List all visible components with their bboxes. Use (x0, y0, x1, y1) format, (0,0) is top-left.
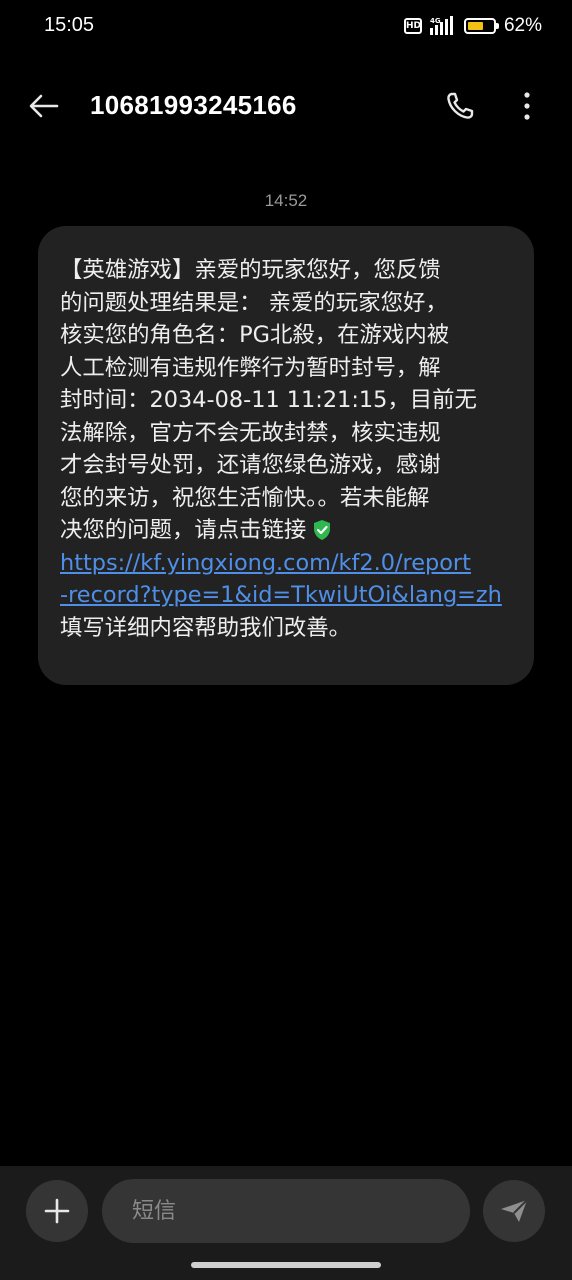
contact-number-title: 10681993245166 (90, 90, 297, 120)
back-button[interactable] (24, 86, 64, 126)
message-link[interactable]: https://kf.yingxiong.com/kf2.0/report (60, 547, 510, 580)
message-line: 才会封号处罚，还请您绿色游戏，感谢 (60, 452, 441, 478)
message-line: 的问题处理结果是： 亲爱的玩家您好， (60, 289, 448, 316)
message-link[interactable]: -record?type=1&id=TkwiUtOi&lang=zh (60, 579, 510, 612)
message-line-with-shield: 决您的问题，请点击链接 (60, 514, 510, 547)
hd-icon: HD (403, 18, 422, 34)
battery-icon (463, 18, 499, 34)
status-time: 15:05 (44, 14, 95, 36)
message-line: 填写详细内容帮助我们改善。 (60, 614, 352, 641)
received-message-bubble[interactable]: 【英雄游戏】亲爱的玩家您好，您反馈 的问题处理结果是： 亲爱的玩家您好， 核实您… (38, 226, 534, 685)
message-line: 封时间：2034-08-11 11:21:15，目前无 (60, 387, 477, 413)
conversation-header: 10681993245166 (0, 76, 572, 136)
sms-conversation-screen: 15:05 HD 4G 62% 10681993245166 14:52 【英雄… (0, 0, 572, 1280)
message-line: 核实您的角色名：PG北殺，在游戏内被 (60, 322, 450, 348)
sms-input[interactable] (130, 1197, 454, 1225)
home-indicator[interactable] (191, 1262, 381, 1268)
message-link-prefix: 决您的问题，请点击链接 (60, 517, 307, 543)
more-vertical-icon (524, 92, 530, 120)
signal-icon: 4G (429, 16, 453, 35)
message-timestamp: 14:52 (264, 191, 308, 210)
message-line: 【英雄游戏】亲爱的玩家您好，您反馈 (60, 257, 441, 283)
add-attachment-button[interactable] (26, 1180, 88, 1242)
message-line: 法解除，官方不会无故封禁，核实违规 (60, 419, 441, 446)
message-line: 您的来访，祝您生活愉快。。若未能解 (60, 484, 430, 511)
battery-percent: 62% (503, 15, 542, 36)
more-options-button[interactable] (507, 86, 547, 126)
plus-icon (44, 1198, 70, 1224)
message-composer-bar (0, 1166, 572, 1280)
phone-icon (447, 92, 474, 119)
message-body: 【英雄游戏】亲爱的玩家您好，您反馈 的问题处理结果是： 亲爱的玩家您好， 核实您… (60, 254, 510, 644)
send-icon (501, 1199, 528, 1222)
status-bar: 15:05 HD 4G 62% (0, 0, 572, 52)
back-arrow-icon (29, 94, 59, 118)
message-line: 人工检测有违规作弊行为暂时封号，解 (60, 354, 441, 381)
status-icons: HD 4G 62% (403, 14, 542, 38)
send-button[interactable] (483, 1180, 545, 1242)
battery-level (467, 22, 483, 30)
sms-input-field[interactable] (102, 1179, 470, 1243)
network-type-label: 4G (430, 17, 441, 25)
call-button[interactable] (440, 86, 480, 126)
green-shield-check-icon (314, 520, 331, 540)
